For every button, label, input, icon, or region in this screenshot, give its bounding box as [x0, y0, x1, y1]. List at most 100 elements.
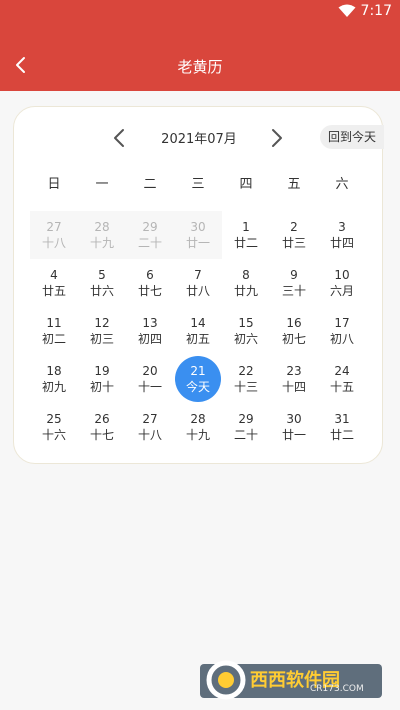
day-number: 27	[142, 411, 158, 426]
lunar-date: 廿三	[281, 235, 306, 250]
month-label: 2021年07月	[161, 132, 237, 147]
lunar-date: 十一	[137, 379, 162, 394]
day-cell[interactable]: 2 廿三	[270, 211, 318, 259]
day-cell[interactable]: 28 十九	[78, 211, 126, 259]
day-cell[interactable]: 29 二十	[126, 211, 174, 259]
day-cell[interactable]: 16 初七	[270, 307, 318, 355]
day-cell[interactable]: 26 十七	[78, 403, 126, 451]
day-number: 29	[142, 219, 158, 234]
day-number: 21	[190, 363, 206, 378]
day-number: 17	[334, 315, 350, 330]
day-number: 29	[238, 411, 254, 426]
lunar-date: 六月	[329, 283, 354, 298]
weekday-label: 五	[287, 177, 301, 192]
lunar-date: 初十	[89, 379, 114, 394]
chevron-right-icon[interactable]	[270, 127, 284, 149]
day-number: 30	[190, 219, 206, 234]
day-cell[interactable]: 30 廿一	[270, 403, 318, 451]
status-time: 7:17	[360, 3, 392, 19]
lunar-date: 十六	[41, 427, 66, 442]
wifi-icon	[338, 4, 356, 17]
day-number: 13	[142, 315, 158, 330]
day-number: 16	[286, 315, 302, 330]
day-cell[interactable]: 18 初九	[30, 355, 78, 403]
day-cell[interactable]: 17 初八	[318, 307, 366, 355]
day-cell[interactable]: 15 初六	[222, 307, 270, 355]
day-cell[interactable]: 6 廿七	[126, 259, 174, 307]
lunar-date: 初八	[329, 331, 354, 346]
day-number: 31	[334, 411, 350, 426]
day-cell[interactable]: 30 廿一	[174, 211, 222, 259]
lunar-date: 廿八	[185, 283, 210, 298]
lunar-date: 十三	[233, 379, 258, 394]
lunar-date: 廿二	[233, 235, 258, 250]
lunar-date: 初九	[41, 379, 66, 394]
day-number: 14	[190, 315, 206, 330]
day-number: 8	[242, 267, 250, 282]
day-number: 20	[142, 363, 158, 378]
day-cell[interactable]: 9 三十	[270, 259, 318, 307]
day-cell[interactable]: 22 十三	[222, 355, 270, 403]
lunar-date: 初七	[281, 331, 306, 346]
lunar-date: 初五	[185, 331, 210, 346]
calendar-card: 2021年07月 回到今天 日一二三四五六 27 十八 28 十九 29 二十 30 廿一 1 廿…	[13, 106, 384, 464]
day-cell[interactable]: 23 十四	[270, 355, 318, 403]
lunar-date: 廿一	[185, 235, 210, 250]
day-cell[interactable]: 20 十一	[126, 355, 174, 403]
day-number: 22	[238, 363, 254, 378]
day-cell[interactable]: 29 二十	[222, 403, 270, 451]
logo-icon	[206, 660, 246, 700]
lunar-date: 十九	[89, 235, 114, 250]
weekday-header: 日一二三四五六	[30, 173, 366, 197]
day-cell[interactable]: 28 十九	[174, 403, 222, 451]
lunar-date: 初二	[41, 331, 66, 346]
lunar-date: 廿二	[329, 427, 354, 442]
day-number: 4	[50, 267, 58, 282]
day-number: 27	[46, 219, 62, 234]
day-cell[interactable]: 7 廿八	[174, 259, 222, 307]
day-number: 11	[46, 315, 62, 330]
day-cell[interactable]: 3 廿四	[318, 211, 366, 259]
month-navigation: 2021年07月 回到今天	[14, 107, 384, 167]
lunar-date: 十九	[185, 427, 210, 442]
day-cell[interactable]: 19 初十	[78, 355, 126, 403]
weekday-label: 一	[95, 177, 109, 192]
day-cell[interactable]: 4 廿五	[30, 259, 78, 307]
day-cell[interactable]: 12 初三	[78, 307, 126, 355]
day-number: 12	[94, 315, 110, 330]
day-cell[interactable]: 1 廿二	[222, 211, 270, 259]
lunar-date: 十八	[41, 235, 66, 250]
day-cell[interactable]: 27 十八	[30, 211, 78, 259]
day-number: 15	[238, 315, 254, 330]
lunar-date: 廿一	[281, 427, 306, 442]
day-cell[interactable]: 13 初四	[126, 307, 174, 355]
day-number: 28	[190, 411, 206, 426]
day-cell[interactable]: 10 六月	[318, 259, 366, 307]
day-cell[interactable]: 27 十八	[126, 403, 174, 451]
lunar-date: 廿七	[137, 283, 162, 298]
chevron-left-icon[interactable]	[112, 127, 126, 149]
day-number: 5	[98, 267, 106, 282]
day-number: 7	[194, 267, 202, 282]
day-number: 2	[290, 219, 298, 234]
lunar-date: 二十	[233, 427, 258, 442]
lunar-date: 十五	[329, 379, 354, 394]
day-cell[interactable]: 25 十六	[30, 403, 78, 451]
day-cell-selected[interactable]: 21 今天	[174, 355, 222, 403]
day-cell[interactable]: 24 十五	[318, 355, 366, 403]
day-cell[interactable]: 5 廿六	[78, 259, 126, 307]
lunar-date: 十八	[137, 427, 162, 442]
lunar-date: 十四	[281, 379, 306, 394]
lunar-date: 十七	[89, 427, 114, 442]
day-cell[interactable]: 8 廿九	[222, 259, 270, 307]
day-number: 23	[286, 363, 302, 378]
back-to-today-button[interactable]: 回到今天	[320, 125, 384, 149]
day-number: 24	[334, 363, 350, 378]
day-number: 25	[46, 411, 62, 426]
day-cell[interactable]: 14 初五	[174, 307, 222, 355]
day-cell[interactable]: 11 初二	[30, 307, 78, 355]
lunar-date: 初四	[137, 331, 162, 346]
day-cell[interactable]: 31 廿二	[318, 403, 366, 451]
day-number: 3	[338, 219, 346, 234]
weekday-label: 日	[47, 177, 61, 192]
